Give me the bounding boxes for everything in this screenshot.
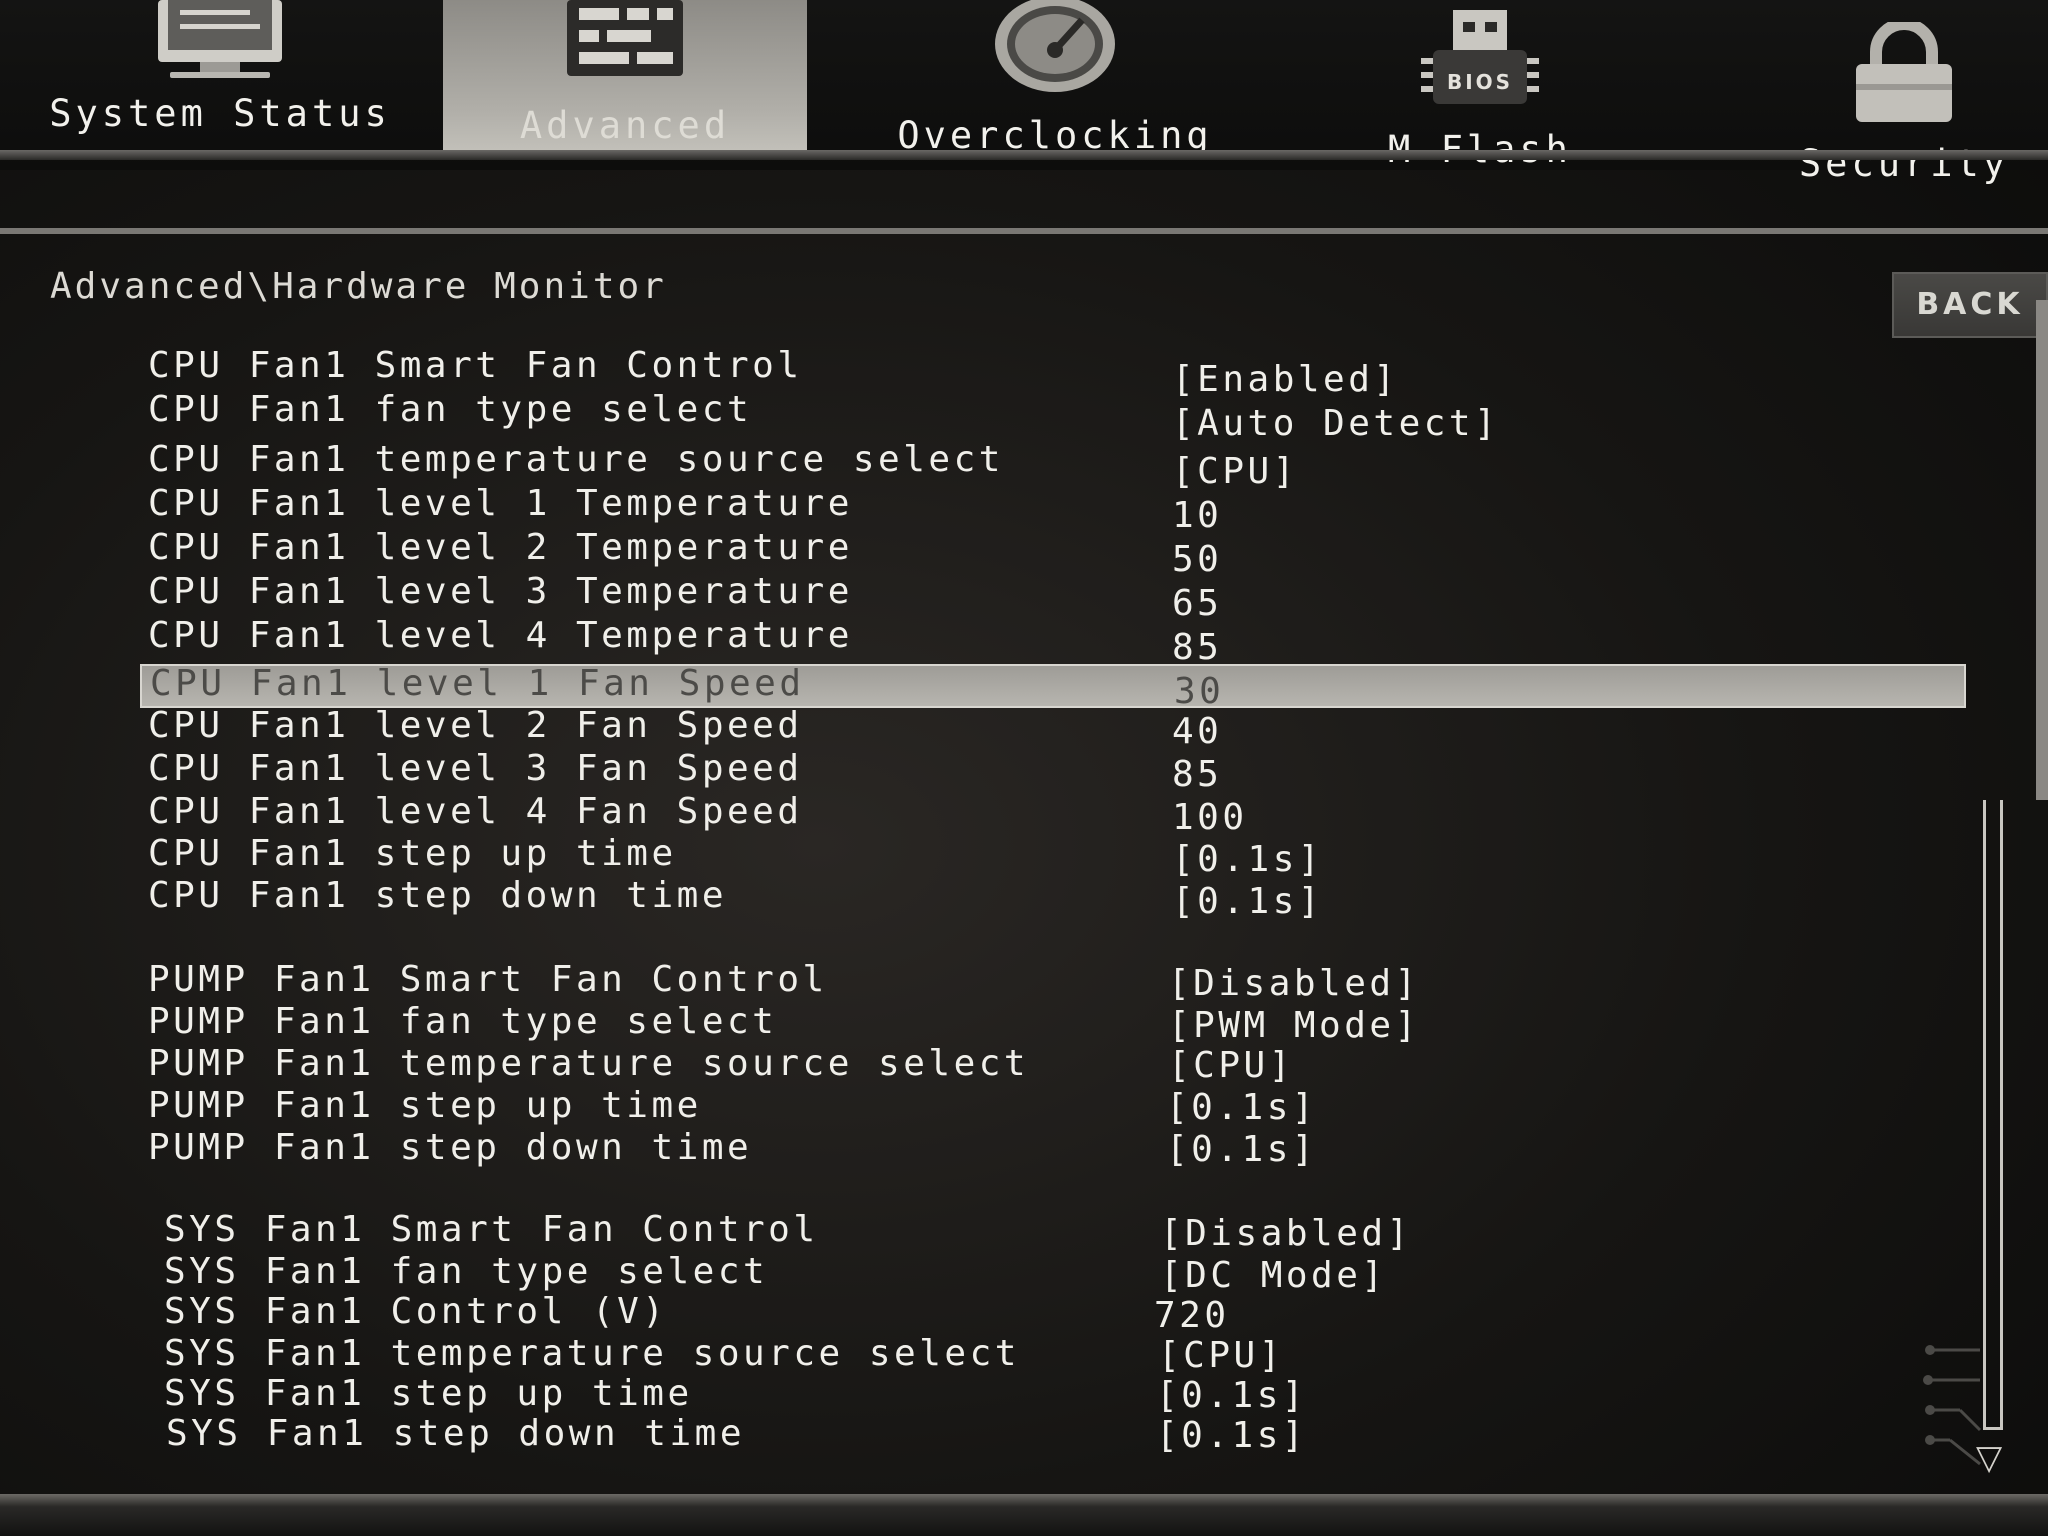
setting-label: SYS Fan1 fan type select (164, 1251, 769, 1292)
setting-label: SYS Fan1 Smart Fan Control (164, 1209, 819, 1250)
setting-label: PUMP Fan1 fan type select (148, 1001, 778, 1042)
setting-value: [DC Mode] (1160, 1255, 1387, 1296)
setting-row-cpu-fan1-level-3-temperature[interactable]: CPU Fan1 level 3 Temperature 65 (140, 571, 1966, 624)
setting-value: [Disabled] (1160, 1213, 1412, 1254)
setting-value: 100 (1172, 797, 1248, 838)
setting-value: [CPU] (1158, 1335, 1284, 1376)
setting-row-pump-fan1-step-up-time[interactable]: PUMP Fan1 step up time [0.1s] (140, 1085, 1966, 1128)
settings-list: CPU Fan1 Smart Fan Control [Enabled] CPU… (0, 0, 2048, 1536)
setting-row-pump-fan1-step-down-time[interactable]: PUMP Fan1 step down time [0.1s] (140, 1127, 1966, 1170)
setting-row-cpu-fan1-level-1-fan-speed[interactable]: CPU Fan1 level 1 Fan Speed 30 (140, 663, 1966, 712)
scrollbar-track[interactable] (1983, 800, 2003, 1430)
setting-label: CPU Fan1 level 2 Fan Speed (148, 705, 803, 746)
setting-label: SYS Fan1 temperature source select (164, 1333, 1020, 1374)
setting-row-cpu-fan1-level-4-fan-speed[interactable]: CPU Fan1 level 4 Fan Speed 100 (140, 791, 1966, 838)
circuit-decoration (1923, 1345, 1982, 1466)
setting-row-sys-fan1-step-down-time[interactable]: SYS Fan1 step down time [0.1s] (140, 1413, 1966, 1456)
setting-row-sys-fan1-step-up-time[interactable]: SYS Fan1 step up time [0.1s] (140, 1373, 1966, 1416)
setting-label: SYS Fan1 Control (V) (164, 1291, 668, 1332)
setting-row-cpu-fan1-fan-type-select[interactable]: CPU Fan1 fan type select [Auto Detect] (140, 389, 1966, 444)
setting-value: 720 (1154, 1295, 1230, 1336)
setting-row-pump-fan1-smart-fan-control[interactable]: PUMP Fan1 Smart Fan Control [Disabled] (140, 959, 1966, 1004)
setting-row-sys-fan1-control-v[interactable]: SYS Fan1 Control (V) 720 (140, 1291, 1966, 1336)
setting-label: CPU Fan1 step down time (148, 875, 727, 916)
setting-label: CPU Fan1 level 3 Fan Speed (148, 748, 803, 789)
setting-label: PUMP Fan1 step down time (148, 1127, 753, 1168)
setting-label: PUMP Fan1 step up time (148, 1085, 702, 1126)
setting-label: CPU Fan1 level 1 Fan Speed (150, 663, 805, 704)
setting-row-cpu-fan1-smart-fan-control[interactable]: CPU Fan1 Smart Fan Control [Enabled] (140, 345, 1966, 400)
setting-label: CPU Fan1 fan type select (148, 389, 753, 430)
setting-row-sys-fan1-fan-type-select[interactable]: SYS Fan1 fan type select [DC Mode] (140, 1251, 1966, 1296)
setting-label: CPU Fan1 temperature source select (148, 439, 1004, 480)
setting-label: CPU Fan1 level 2 Temperature (148, 527, 853, 568)
setting-row-cpu-fan1-level-4-temperature[interactable]: CPU Fan1 level 4 Temperature 85 (140, 615, 1966, 668)
setting-label: PUMP Fan1 temperature source select (148, 1043, 1030, 1084)
setting-value: [0.1s] (1166, 1087, 1318, 1128)
setting-value: [0.1s] (1172, 881, 1324, 922)
setting-value: [0.1s] (1166, 1129, 1318, 1170)
setting-value: [Auto Detect] (1172, 403, 1500, 444)
setting-value: [0.1s] (1156, 1375, 1308, 1416)
setting-row-pump-fan1-fan-type-select[interactable]: PUMP Fan1 fan type select [PWM Mode] (140, 1001, 1966, 1046)
bottom-bar (0, 1494, 2048, 1536)
setting-label: SYS Fan1 step down time (166, 1413, 745, 1454)
setting-label: CPU Fan1 level 3 Temperature (148, 571, 853, 612)
setting-value: 40 (1172, 711, 1223, 752)
setting-label: CPU Fan1 Smart Fan Control (148, 345, 803, 386)
setting-value: [CPU] (1168, 1045, 1294, 1086)
setting-label: CPU Fan1 step up time (148, 833, 677, 874)
setting-value: [0.1s] (1156, 1415, 1308, 1456)
setting-row-pump-fan1-temperature-source-select[interactable]: PUMP Fan1 temperature source select [CPU… (140, 1043, 1966, 1086)
setting-value: 85 (1172, 754, 1223, 795)
setting-value: [0.1s] (1172, 839, 1324, 880)
scrollbar-thumb[interactable] (2036, 300, 2048, 800)
setting-row-cpu-fan1-temperature-source-select[interactable]: CPU Fan1 temperature source select [CPU] (140, 439, 1966, 492)
setting-row-sys-fan1-smart-fan-control[interactable]: SYS Fan1 Smart Fan Control [Disabled] (140, 1209, 1966, 1254)
setting-value: [Disabled] (1168, 963, 1420, 1004)
setting-row-cpu-fan1-step-up-time[interactable]: CPU Fan1 step up time [0.1s] (140, 833, 1966, 880)
setting-row-cpu-fan1-step-down-time[interactable]: CPU Fan1 step down time [0.1s] (140, 875, 1966, 922)
setting-label: CPU Fan1 level 1 Temperature (148, 483, 853, 524)
setting-value: 85 (1172, 627, 1223, 668)
setting-label: SYS Fan1 step up time (164, 1373, 693, 1414)
setting-label: CPU Fan1 level 4 Fan Speed (148, 791, 803, 832)
setting-row-cpu-fan1-level-3-fan-speed[interactable]: CPU Fan1 level 3 Fan Speed 85 (140, 748, 1966, 795)
setting-row-sys-fan1-temperature-source-select[interactable]: SYS Fan1 temperature source select [CPU] (140, 1333, 1966, 1376)
setting-row-cpu-fan1-level-2-fan-speed[interactable]: CPU Fan1 level 2 Fan Speed 40 (140, 705, 1966, 752)
setting-row-cpu-fan1-level-2-temperature[interactable]: CPU Fan1 level 2 Temperature 50 (140, 527, 1966, 580)
setting-label: CPU Fan1 level 4 Temperature (148, 615, 853, 656)
setting-label: PUMP Fan1 Smart Fan Control (148, 959, 828, 1000)
setting-value: [PWM Mode] (1168, 1005, 1420, 1046)
setting-row-cpu-fan1-level-1-temperature[interactable]: CPU Fan1 level 1 Temperature 10 (140, 483, 1966, 536)
